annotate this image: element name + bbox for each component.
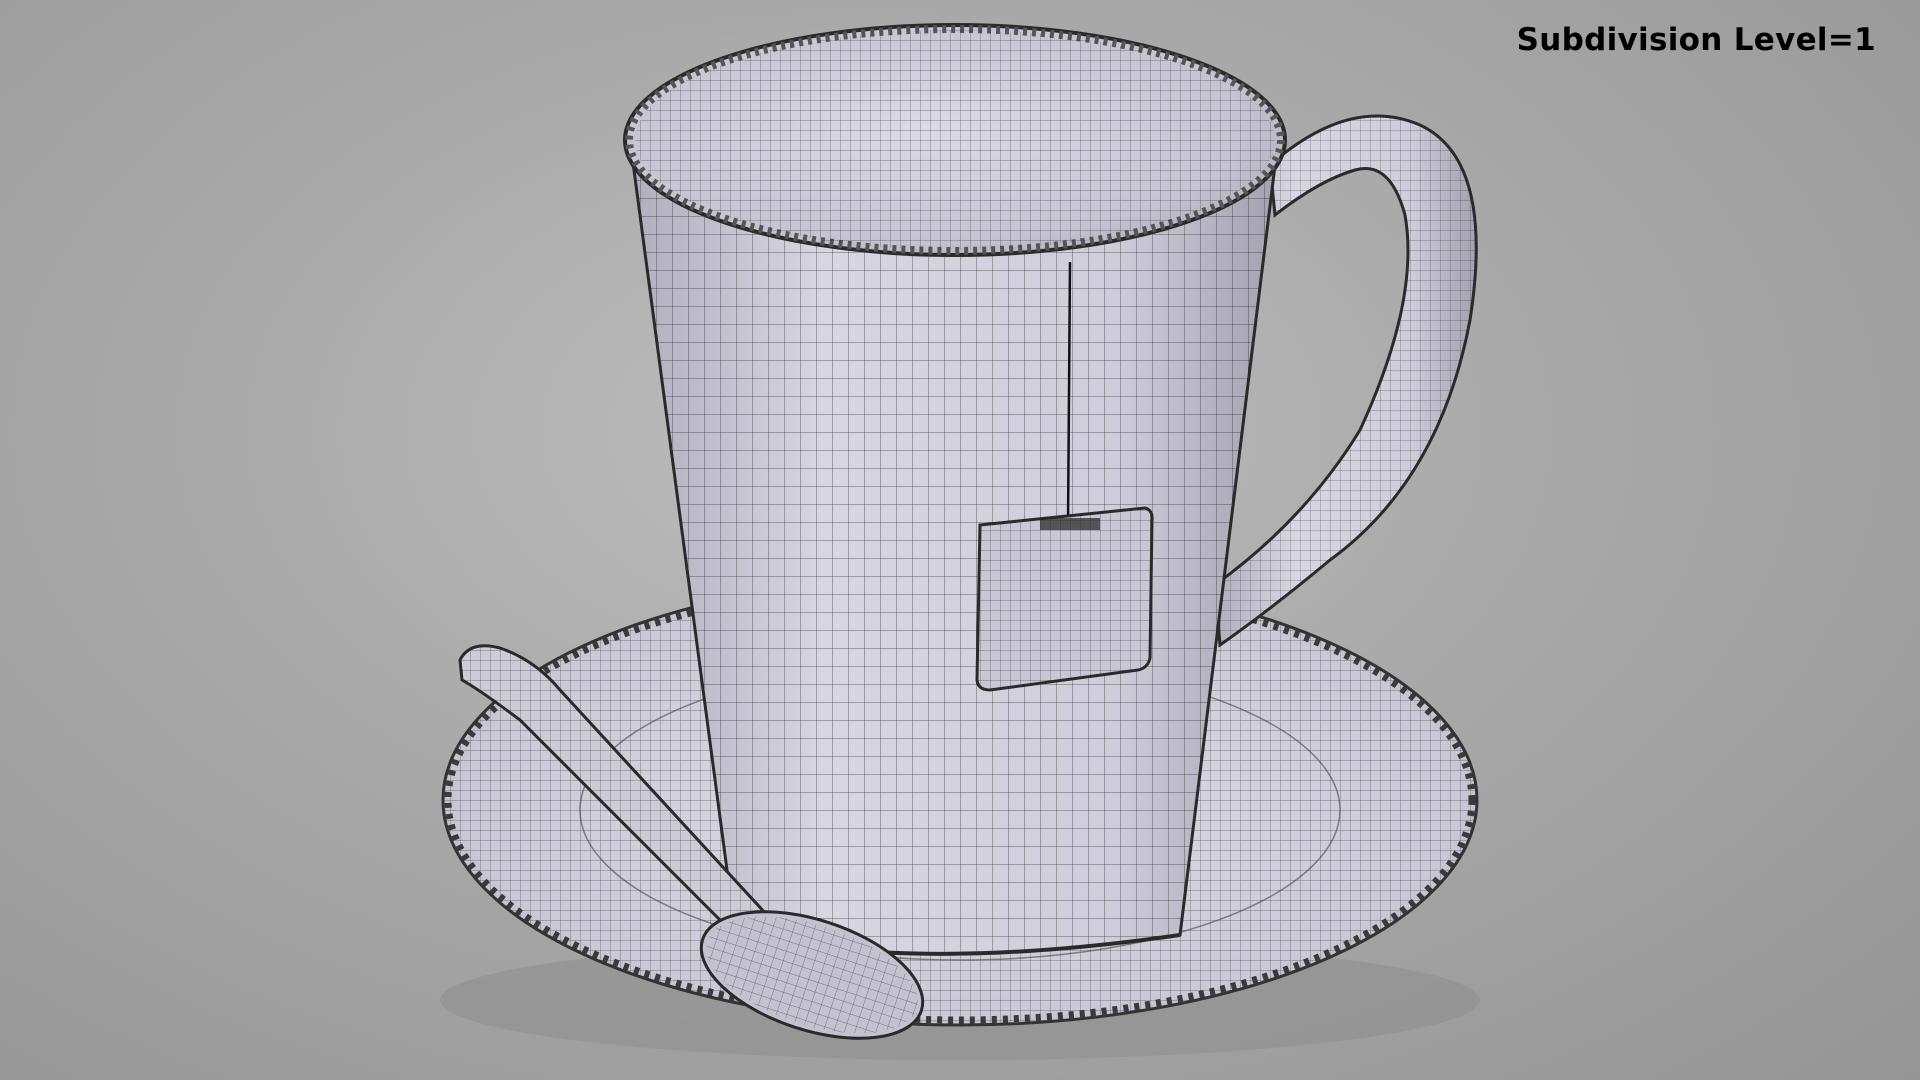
subdivision-level-caption: Subdivision Level=1 [1516, 22, 1876, 58]
viewport-scene [440, 23, 1480, 1060]
